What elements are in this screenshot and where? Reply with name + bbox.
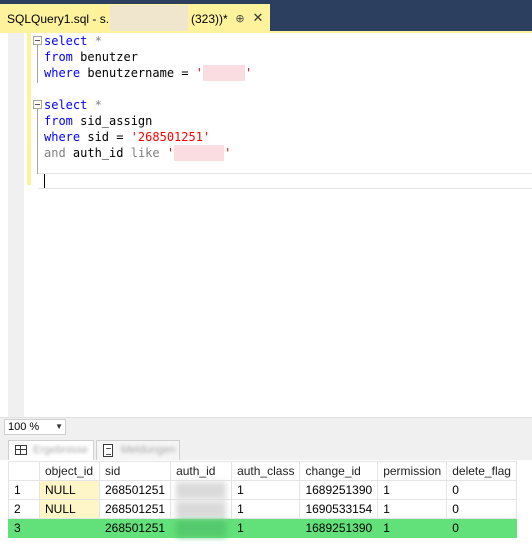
row-number[interactable]: 3: [8, 518, 40, 538]
grid-cell-redacted[interactable]: [170, 518, 233, 538]
tab-messages[interactable]: Meldungen: [96, 440, 180, 460]
column-header[interactable]: permission: [377, 461, 448, 481]
zoom-dropdown[interactable]: 100 % ▼: [4, 419, 66, 435]
string-literal-end: ': [224, 146, 232, 160]
query-editor[interactable]: select * from benutzer where benutzernam…: [0, 33, 532, 417]
redacted-value: [202, 65, 245, 81]
grid-cell[interactable]: 0: [446, 480, 517, 500]
keyword: like: [130, 146, 160, 160]
results-grid[interactable]: object_id sid auth_id auth_class change_…: [8, 461, 517, 538]
table-row[interactable]: 2 NULL 268501251 1 1690533154 1 0: [8, 499, 517, 519]
grid-cell[interactable]: 1689251390: [299, 518, 379, 538]
string-literal-end: ': [244, 66, 253, 80]
grid-cell[interactable]: 1: [231, 499, 301, 519]
pin-icon[interactable]: ⊕: [233, 12, 247, 26]
keyword: select: [44, 34, 88, 48]
tab-results-label: Ergebnisse: [33, 444, 89, 456]
grid-header-row: object_id sid auth_id auth_class change_…: [8, 461, 517, 481]
collapse-region-icon[interactable]: [33, 100, 42, 109]
document-tab-title[interactable]: SQLQuery1.sql - s...: [7, 12, 116, 26]
tab-messages-label: Meldungen: [121, 444, 176, 456]
code-text: auth_id: [65, 146, 131, 160]
column-header[interactable]: change_id: [299, 461, 379, 481]
grid-cell[interactable]: 1: [231, 518, 301, 538]
grid-cell[interactable]: NULL: [39, 480, 100, 500]
code-text: benutzername =: [80, 66, 196, 80]
grid-cell[interactable]: 1: [377, 499, 448, 519]
grid-cell[interactable]: 1689251390: [299, 480, 379, 500]
code-line[interactable]: where benutzername = ' ': [44, 65, 252, 81]
outline-guide: [37, 45, 38, 83]
grid-cell[interactable]: 268501251: [98, 480, 172, 500]
row-number[interactable]: 1: [8, 480, 40, 500]
column-header[interactable]: object_id: [39, 461, 100, 481]
row-number[interactable]: 2: [8, 499, 40, 519]
string-literal: ': [159, 146, 175, 160]
grid-cell[interactable]: 1: [231, 480, 301, 500]
grid-cell[interactable]: [39, 518, 100, 538]
code-line[interactable]: from sid_assign: [44, 113, 152, 129]
code-line[interactable]: from benutzer: [44, 49, 138, 65]
grid-cell[interactable]: NULL: [39, 499, 100, 519]
editor-margin: [0, 33, 8, 417]
keyword: where: [44, 130, 81, 144]
grid-cell-redacted[interactable]: [170, 480, 233, 500]
column-header[interactable]: sid: [98, 461, 172, 481]
zoom-value: 100 %: [8, 421, 40, 433]
grid-cell-redacted[interactable]: [170, 499, 233, 519]
keyword: where: [44, 66, 81, 80]
current-line-highlight: [38, 173, 532, 189]
text-caret: [44, 174, 45, 188]
column-header[interactable]: auth_id: [170, 461, 233, 481]
results-grid-area: object_id sid auth_id auth_class change_…: [0, 460, 532, 556]
code-text: benutzer: [72, 50, 138, 64]
outline-guide: [37, 109, 38, 174]
grid-cell[interactable]: 1: [377, 518, 448, 538]
code-text: *: [87, 98, 102, 112]
collapse-region-icon[interactable]: [33, 36, 42, 45]
grid-cell[interactable]: 0: [446, 499, 517, 519]
grid-cell[interactable]: 1: [377, 480, 448, 500]
string-literal: ': [195, 66, 203, 80]
code-line[interactable]: where sid = '268501251': [44, 129, 210, 145]
editor-gutter: [8, 33, 24, 417]
tab-results[interactable]: Ergebnisse: [8, 440, 94, 460]
column-header[interactable]: delete_flag: [446, 461, 517, 481]
keyword: select: [44, 98, 88, 112]
close-icon[interactable]: ✕: [251, 12, 265, 26]
keyword: from: [44, 114, 73, 128]
code-text: sid_assign: [72, 114, 153, 128]
string-literal: '268501251': [130, 130, 211, 144]
grid-cell[interactable]: 1690533154: [299, 499, 379, 519]
editor-status-strip: 100 % ▼: [0, 417, 532, 436]
results-tab-strip: Ergebnisse Meldungen: [0, 436, 532, 460]
chevron-down-icon[interactable]: ▼: [55, 420, 63, 434]
row-number-header[interactable]: [8, 461, 40, 481]
column-header[interactable]: auth_class: [231, 461, 301, 481]
code-line[interactable]: and auth_id like ' ': [44, 145, 231, 161]
code-line[interactable]: select *: [44, 33, 102, 49]
document-tab-title-suffix[interactable]: (323))*: [191, 12, 228, 26]
code-text: *: [87, 34, 102, 48]
grid-icon: [15, 445, 27, 455]
keyword: and: [44, 146, 66, 160]
code-text: sid =: [80, 130, 131, 144]
messages-icon: [103, 444, 113, 457]
table-row[interactable]: 1 NULL 268501251 1 1689251390 1 0: [8, 480, 517, 500]
grid-cell[interactable]: 268501251: [98, 499, 172, 519]
grid-cell[interactable]: 0: [446, 518, 517, 538]
change-tracking-bar: [27, 33, 31, 185]
redacted-value: [174, 145, 225, 161]
grid-cell[interactable]: 268501251: [98, 518, 172, 538]
table-row-selected[interactable]: 3 268501251 1 1689251390 1 0: [8, 518, 517, 538]
code-line[interactable]: select *: [44, 97, 102, 113]
keyword: from: [44, 50, 73, 64]
